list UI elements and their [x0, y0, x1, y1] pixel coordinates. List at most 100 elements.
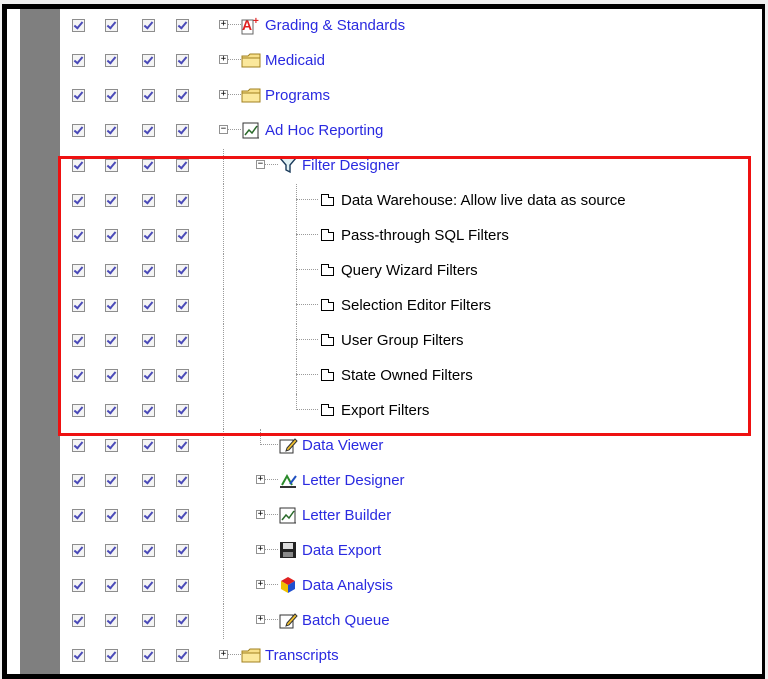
- permission-checkbox[interactable]: [105, 334, 118, 347]
- permission-checkbox[interactable]: [105, 614, 118, 627]
- permission-checkbox[interactable]: [72, 299, 85, 312]
- tree-item-label[interactable]: Filter Designer: [302, 157, 400, 175]
- tree-item-label[interactable]: User Group Filters: [341, 332, 464, 350]
- permission-checkbox[interactable]: [176, 544, 189, 557]
- permission-checkbox[interactable]: [105, 264, 118, 277]
- permission-checkbox[interactable]: [142, 229, 155, 242]
- permission-checkbox[interactable]: [105, 194, 118, 207]
- permission-checkbox[interactable]: [176, 194, 189, 207]
- tree-item-label[interactable]: State Owned Filters: [341, 367, 473, 385]
- permission-checkbox[interactable]: [105, 54, 118, 67]
- permission-checkbox[interactable]: [176, 474, 189, 487]
- permission-checkbox[interactable]: [105, 369, 118, 382]
- permission-checkbox[interactable]: [72, 649, 85, 662]
- permission-checkbox[interactable]: [72, 264, 85, 277]
- permission-checkbox[interactable]: [176, 649, 189, 662]
- permission-checkbox[interactable]: [72, 194, 85, 207]
- permission-checkbox[interactable]: [142, 509, 155, 522]
- permission-checkbox[interactable]: [142, 264, 155, 277]
- expand-toggle-icon[interactable]: +: [256, 475, 265, 484]
- permission-checkbox[interactable]: [176, 509, 189, 522]
- tree-item-label[interactable]: Programs: [265, 87, 330, 105]
- tree-item-label[interactable]: Data Viewer: [302, 437, 383, 455]
- permission-checkbox[interactable]: [142, 369, 155, 382]
- permission-checkbox[interactable]: [105, 474, 118, 487]
- tree-item-label[interactable]: Data Export: [302, 542, 381, 560]
- expand-toggle-icon[interactable]: +: [219, 55, 228, 64]
- permission-checkbox[interactable]: [72, 509, 85, 522]
- tree-item-label[interactable]: Grading & Standards: [265, 17, 405, 35]
- permission-checkbox[interactable]: [105, 124, 118, 137]
- permission-checkbox[interactable]: [72, 474, 85, 487]
- tree-item-label[interactable]: Query Wizard Filters: [341, 262, 478, 280]
- permission-checkbox[interactable]: [142, 124, 155, 137]
- tree-item-label[interactable]: Transcripts: [265, 647, 339, 665]
- permission-checkbox[interactable]: [176, 54, 189, 67]
- permission-checkbox[interactable]: [176, 334, 189, 347]
- permission-checkbox[interactable]: [142, 19, 155, 32]
- expand-toggle-icon[interactable]: +: [256, 545, 265, 554]
- tree-item-label[interactable]: Data Analysis: [302, 577, 393, 595]
- permission-checkbox[interactable]: [176, 614, 189, 627]
- permission-checkbox[interactable]: [105, 89, 118, 102]
- permission-checkbox[interactable]: [176, 89, 189, 102]
- expand-toggle-icon[interactable]: +: [256, 580, 265, 589]
- tree-item-label[interactable]: Selection Editor Filters: [341, 297, 491, 315]
- permission-checkbox[interactable]: [142, 474, 155, 487]
- permission-checkbox[interactable]: [72, 334, 85, 347]
- permission-checkbox[interactable]: [176, 579, 189, 592]
- permission-checkbox[interactable]: [176, 159, 189, 172]
- expand-toggle-icon[interactable]: +: [256, 510, 265, 519]
- permission-checkbox[interactable]: [72, 124, 85, 137]
- permission-checkbox[interactable]: [142, 194, 155, 207]
- tree-item-label[interactable]: Letter Designer: [302, 472, 405, 490]
- permission-checkbox[interactable]: [105, 544, 118, 557]
- permission-checkbox[interactable]: [72, 159, 85, 172]
- permission-checkbox[interactable]: [105, 19, 118, 32]
- collapse-toggle-icon[interactable]: −: [256, 160, 265, 169]
- permission-checkbox[interactable]: [176, 404, 189, 417]
- permission-checkbox[interactable]: [105, 404, 118, 417]
- permission-checkbox[interactable]: [142, 579, 155, 592]
- expand-toggle-icon[interactable]: +: [219, 90, 228, 99]
- permission-checkbox[interactable]: [105, 509, 118, 522]
- permission-checkbox[interactable]: [176, 124, 189, 137]
- tree-item-label[interactable]: Batch Queue: [302, 612, 390, 630]
- permission-checkbox[interactable]: [72, 544, 85, 557]
- tree-item-label[interactable]: Letter Builder: [302, 507, 391, 525]
- permission-checkbox[interactable]: [105, 649, 118, 662]
- collapse-toggle-icon[interactable]: −: [219, 125, 228, 134]
- permission-checkbox[interactable]: [176, 19, 189, 32]
- permission-checkbox[interactable]: [72, 229, 85, 242]
- permission-checkbox[interactable]: [105, 229, 118, 242]
- permission-checkbox[interactable]: [72, 54, 85, 67]
- permission-checkbox[interactable]: [105, 299, 118, 312]
- permission-checkbox[interactable]: [72, 404, 85, 417]
- tree-item-label[interactable]: Data Warehouse: Allow live data as sourc…: [341, 192, 626, 210]
- tree-item-label[interactable]: Pass-through SQL Filters: [341, 227, 509, 245]
- permission-checkbox[interactable]: [176, 299, 189, 312]
- permission-checkbox[interactable]: [176, 439, 189, 452]
- permission-checkbox[interactable]: [142, 614, 155, 627]
- permission-checkbox[interactable]: [72, 439, 85, 452]
- permission-checkbox[interactable]: [105, 159, 118, 172]
- permission-checkbox[interactable]: [142, 334, 155, 347]
- permission-checkbox[interactable]: [142, 89, 155, 102]
- tree-item-label[interactable]: Export Filters: [341, 402, 429, 420]
- permission-checkbox[interactable]: [142, 159, 155, 172]
- expand-toggle-icon[interactable]: +: [219, 20, 228, 29]
- expand-toggle-icon[interactable]: +: [219, 650, 228, 659]
- tree-item-label[interactable]: Medicaid: [265, 52, 325, 70]
- permission-checkbox[interactable]: [142, 54, 155, 67]
- permission-checkbox[interactable]: [105, 579, 118, 592]
- permission-checkbox[interactable]: [105, 439, 118, 452]
- expand-toggle-icon[interactable]: +: [256, 615, 265, 624]
- permission-checkbox[interactable]: [176, 264, 189, 277]
- tree-item-label[interactable]: Ad Hoc Reporting: [265, 122, 383, 140]
- permission-checkbox[interactable]: [142, 439, 155, 452]
- permission-checkbox[interactable]: [72, 614, 85, 627]
- permission-checkbox[interactable]: [72, 89, 85, 102]
- permission-checkbox[interactable]: [176, 229, 189, 242]
- permission-checkbox[interactable]: [142, 299, 155, 312]
- permission-checkbox[interactable]: [72, 369, 85, 382]
